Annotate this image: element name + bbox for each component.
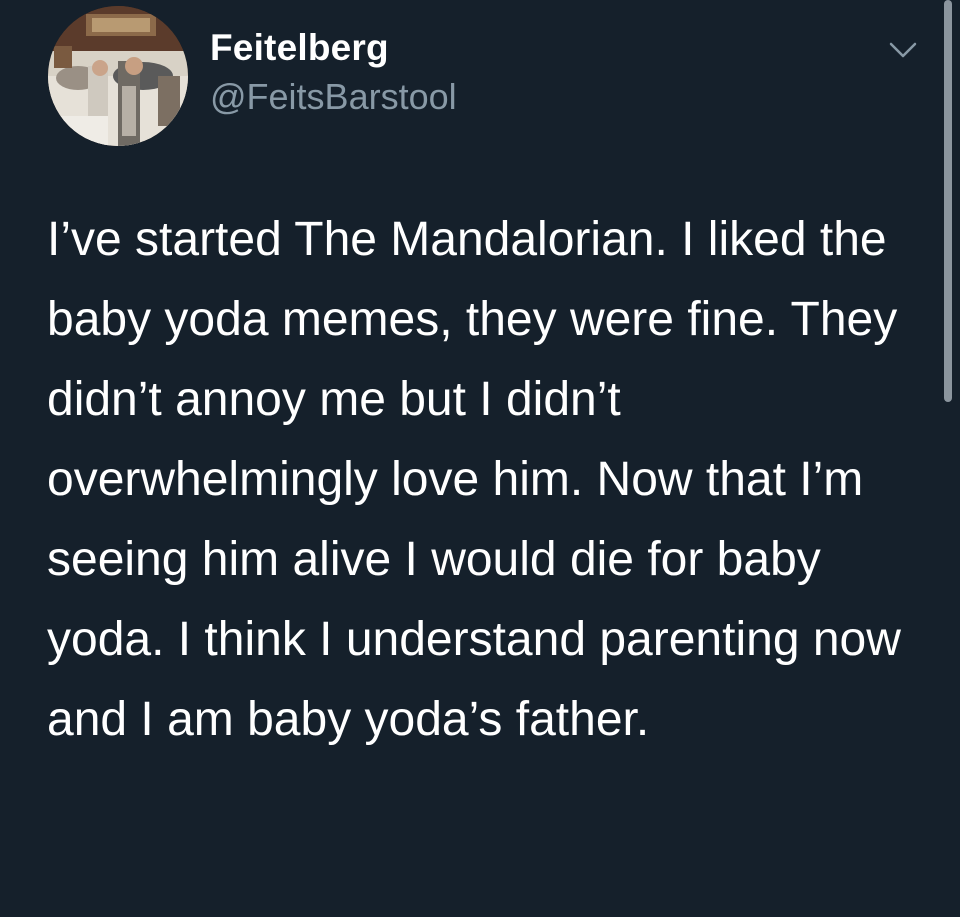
avatar-photo — [48, 6, 188, 146]
scrollbar[interactable] — [944, 0, 952, 402]
display-name[interactable]: Feitelberg — [210, 27, 389, 69]
tweet-card: Feitelberg @FeitsBarstool I’ve started T… — [0, 0, 960, 917]
tweet-text: I’ve started The Mandalorian. I liked th… — [47, 213, 901, 746]
user-handle[interactable]: @FeitsBarstool — [210, 76, 457, 118]
chevron-down-icon[interactable] — [885, 36, 921, 64]
avatar[interactable] — [48, 6, 188, 146]
